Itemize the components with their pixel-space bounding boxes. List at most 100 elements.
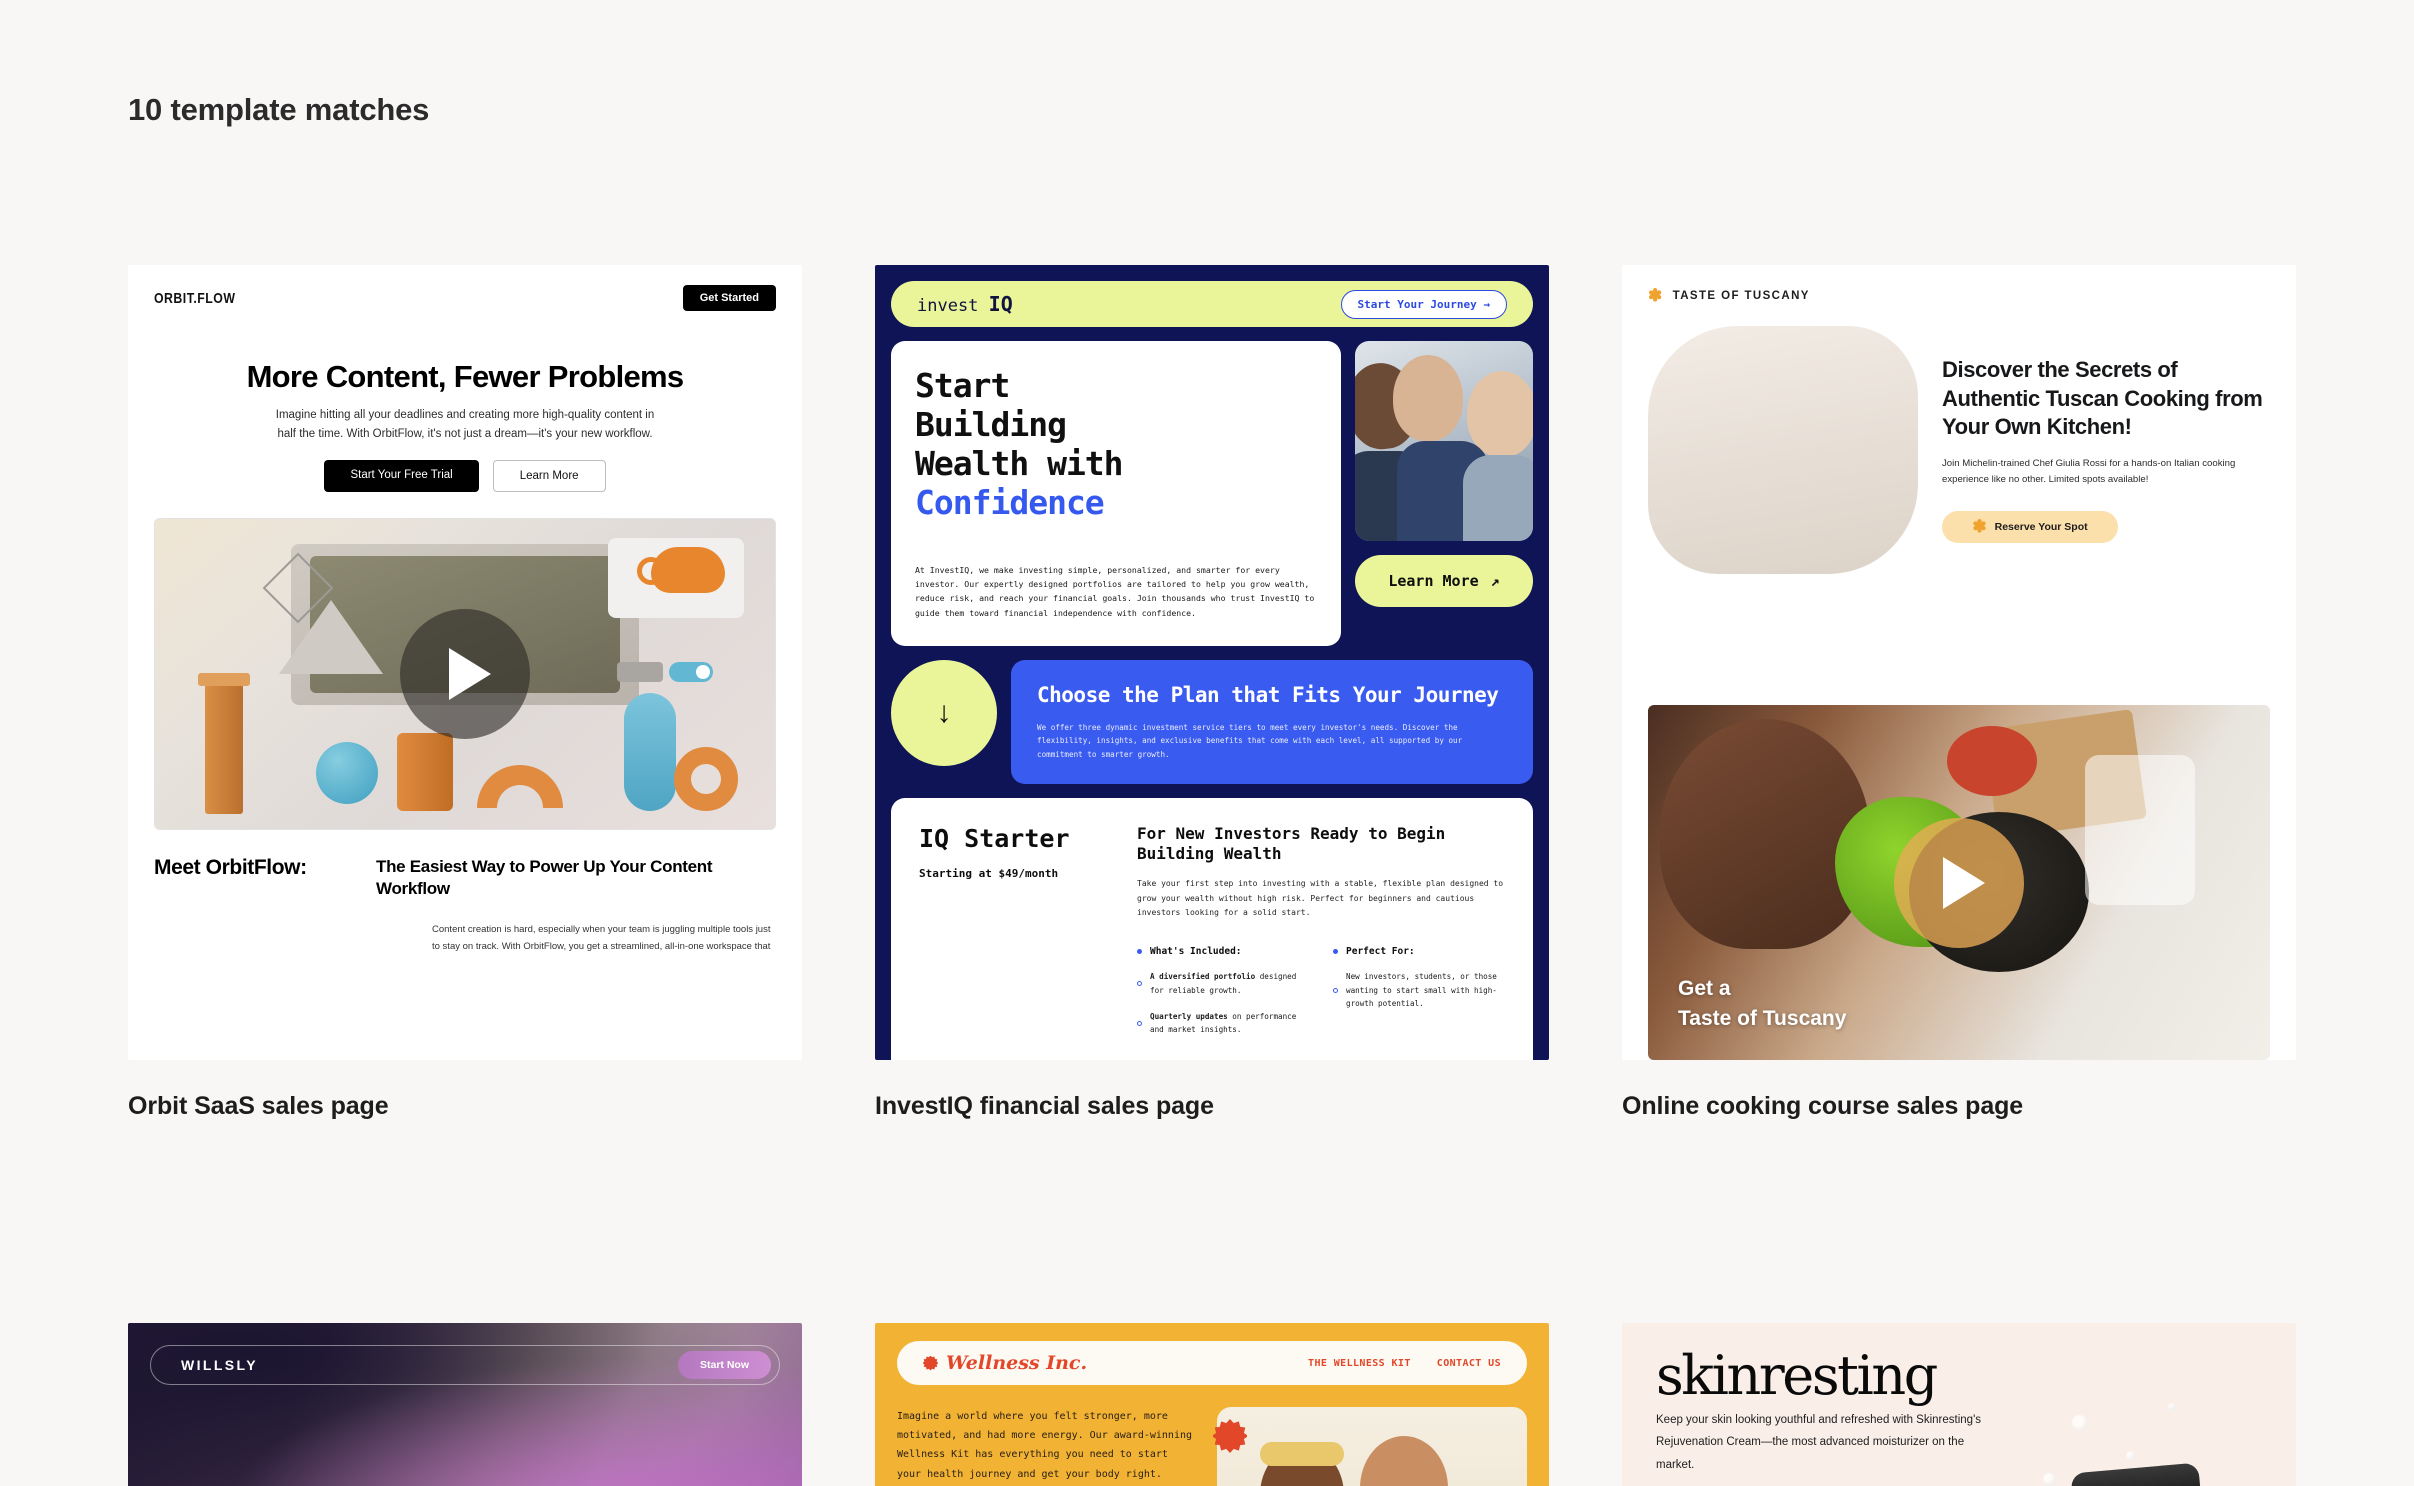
orbit-get-started-button[interactable]: Get Started bbox=[682, 285, 776, 311]
template-row-1: ORBIT.FLOW Get Started More Content, Few… bbox=[128, 265, 2296, 1121]
bullet-circle-icon bbox=[1333, 987, 1338, 993]
investiq-logo: invest IQ bbox=[917, 292, 1013, 316]
investiq-headline-line1: Start bbox=[915, 366, 1010, 405]
flower-star-icon: ✽ bbox=[1972, 517, 1987, 537]
skinresting-logo: skinresting bbox=[1656, 1344, 1938, 1407]
template-thumbnail-investiq[interactable]: invest IQ Start Your Journey → Start Bui… bbox=[875, 265, 1549, 1060]
investiq-logo-light: invest bbox=[917, 296, 979, 316]
investiq-tier-card: IQ Starter Starting at $49/month For New… bbox=[891, 797, 1533, 1060]
bullet-circle-icon bbox=[1137, 981, 1142, 987]
page-title: 10 template matches bbox=[128, 92, 430, 127]
template-caption: InvestIQ financial sales page bbox=[875, 1092, 1214, 1120]
list-item: A diversified portfolio designed for rel… bbox=[1137, 970, 1309, 997]
orbit-navbar: ORBIT.FLOW Get Started bbox=[128, 265, 802, 311]
willsly-navbar: WILLSLY Start Now bbox=[150, 1345, 780, 1385]
nav-link-contact-us[interactable]: CONTACT US bbox=[1437, 1358, 1501, 1369]
orbit-free-trial-button[interactable]: Start Your Free Trial bbox=[324, 460, 479, 493]
play-button-icon[interactable] bbox=[1894, 817, 2024, 948]
orbit-headline: More Content, Fewer Problems bbox=[246, 359, 685, 394]
template-card-tuscany[interactable]: ✽ TASTE OF TUSCANY Discover the Secrets … bbox=[1622, 265, 2296, 1121]
willsly-start-now-button[interactable]: Start Now bbox=[677, 1351, 771, 1379]
template-card-wellness[interactable]: Wellness Inc. THE WELLNESS KIT CONTACT U… bbox=[875, 1323, 1549, 1486]
orbit-video-preview[interactable] bbox=[154, 518, 776, 831]
skinresting-product-image bbox=[2070, 1462, 2202, 1486]
investiq-hero-photo bbox=[1355, 341, 1533, 541]
wellness-nav-links: THE WELLNESS KIT CONTACT US bbox=[1308, 1358, 1501, 1369]
bullet-dot-icon bbox=[1137, 949, 1142, 955]
orbit-footer-body: Content creation is hard, especially whe… bbox=[432, 924, 771, 953]
tuscany-body: Join Michelin-trained Chef Giulia Rossi … bbox=[1942, 457, 2236, 486]
template-caption: Online cooking course sales page bbox=[1622, 1092, 2024, 1120]
orbit-footer-left-title: Meet OrbitFlow: bbox=[154, 856, 307, 880]
tuscany-hero: Discover the Secrets of Authentic Tuscan… bbox=[1648, 326, 2270, 574]
investiq-headline-line3: Wealth with bbox=[915, 443, 1124, 483]
investiq-included-title: What's Included: bbox=[1137, 946, 1309, 957]
template-thumbnail-orbit[interactable]: ORBIT.FLOW Get Started More Content, Few… bbox=[128, 265, 802, 1060]
investiq-tier-heading: For New Investors Ready to Begin Buildin… bbox=[1137, 823, 1446, 864]
orbit-footer-heading: The Easiest Way to Power Up Your Content… bbox=[376, 857, 713, 899]
list-item: New investors, students, or those wantin… bbox=[1333, 970, 1505, 1010]
tuscany-brand-label: TASTE OF TUSCANY bbox=[1672, 289, 1810, 302]
orbit-learn-more-button[interactable]: Learn More bbox=[492, 460, 606, 493]
investiq-tier-name: IQ Starter bbox=[919, 823, 1070, 853]
scroll-down-arrow-icon[interactable]: ↓ bbox=[891, 660, 997, 767]
investiq-tier-price: Starting at $49/month bbox=[919, 866, 1059, 880]
template-thumbnail-tuscany[interactable]: ✽ TASTE OF TUSCANY Discover the Secrets … bbox=[1622, 265, 2296, 1060]
template-card-skinresting[interactable]: skinresting Keep your skin looking youth… bbox=[1622, 1323, 2296, 1486]
template-results-page: 10 template matches ORBIT.FLOW Get Start… bbox=[0, 0, 2414, 1486]
investiq-hero: Start Building Wealth with Confidence At… bbox=[891, 341, 1533, 647]
wellness-body-text: Imagine a world where you felt stronger,… bbox=[897, 1411, 1193, 1480]
nav-link-wellness-kit[interactable]: THE WELLNESS KIT bbox=[1308, 1358, 1411, 1369]
willsly-logo: WILLSLY bbox=[181, 1357, 258, 1373]
orbit-cta-group: Start Your Free Trial Learn More bbox=[128, 460, 802, 493]
template-thumbnail-skinresting[interactable]: skinresting Keep your skin looking youth… bbox=[1622, 1323, 2296, 1486]
wellness-logo: Wellness Inc. bbox=[923, 1352, 1087, 1374]
template-thumbnail-willsly[interactable]: WILLSLY Start Now bbox=[128, 1323, 802, 1486]
investiq-plan-heading: Choose the Plan that Fits Your Journey bbox=[1037, 683, 1499, 708]
investiq-plan-banner: ↓ Choose the Plan that Fits Your Journey… bbox=[891, 660, 1533, 784]
tuscany-video-caption: Get a Taste of Tuscany bbox=[1678, 977, 1847, 1031]
investiq-included-column: What's Included: A diversified portfolio… bbox=[1137, 946, 1309, 1036]
investiq-start-journey-button[interactable]: Start Your Journey → bbox=[1340, 289, 1507, 319]
tuscany-headline: Discover the Secrets of Authentic Tuscan… bbox=[1942, 357, 2263, 440]
investiq-perfect-for-column: Perfect For: New investors, students, or… bbox=[1333, 946, 1505, 1036]
list-item: Quarterly updates on performance and mar… bbox=[1137, 1010, 1309, 1037]
bullet-circle-icon bbox=[1137, 1020, 1142, 1026]
orbit-footer-section: Meet OrbitFlow: The Easiest Way to Power… bbox=[128, 830, 802, 955]
investiq-perfect-for-title: Perfect For: bbox=[1333, 946, 1505, 957]
investiq-headline: Start Building Wealth with Confidence bbox=[915, 366, 1317, 523]
tuscany-hero-photo bbox=[1648, 326, 1918, 574]
investiq-plan-body: We offer three dynamic investment servic… bbox=[1037, 722, 1463, 759]
orbit-logo: ORBIT.FLOW bbox=[154, 289, 236, 307]
investiq-tier-body: Take your first step into investing with… bbox=[1137, 879, 1504, 917]
template-card-investiq[interactable]: invest IQ Start Your Journey → Start Bui… bbox=[875, 265, 1549, 1121]
burst-icon bbox=[923, 1355, 938, 1371]
skinresting-body: Keep your skin looking youthful and refr… bbox=[1656, 1414, 1982, 1471]
investiq-headline-line4: Confidence bbox=[915, 482, 1105, 522]
play-button-icon[interactable] bbox=[400, 609, 530, 740]
tuscany-video-preview[interactable]: Get a Taste of Tuscany bbox=[1648, 705, 2270, 1060]
template-caption: Orbit SaaS sales page bbox=[128, 1092, 389, 1120]
wellness-brand-label: Wellness Inc. bbox=[946, 1352, 1088, 1374]
investiq-learn-more-label: Learn More bbox=[1388, 572, 1479, 590]
template-thumbnail-wellness[interactable]: Wellness Inc. THE WELLNESS KIT CONTACT U… bbox=[875, 1323, 1549, 1486]
tuscany-logo: ✽ TASTE OF TUSCANY bbox=[1648, 287, 2270, 304]
investiq-navbar: invest IQ Start Your Journey → bbox=[891, 281, 1533, 327]
flower-star-icon: ✽ bbox=[1648, 286, 1664, 305]
template-card-willsly[interactable]: WILLSLY Start Now bbox=[128, 1323, 802, 1486]
template-row-2: WILLSLY Start Now Wellness Inc. THE WELL… bbox=[128, 1323, 2296, 1486]
wellness-body-section: Imagine a world where you felt stronger,… bbox=[897, 1407, 1527, 1486]
wellness-hero-photo bbox=[1217, 1407, 1527, 1486]
orbit-subhead: Imagine hitting all your deadlines and c… bbox=[275, 409, 655, 440]
arrow-up-right-icon: ↗ bbox=[1490, 572, 1500, 590]
template-grid: ORBIT.FLOW Get Started More Content, Few… bbox=[128, 265, 2296, 1486]
investiq-learn-more-button[interactable]: Learn More ↗ bbox=[1355, 555, 1533, 607]
investiq-logo-bold: IQ bbox=[988, 292, 1013, 316]
investiq-headline-line2: Building bbox=[915, 404, 1067, 444]
tuscany-reserve-label: Reserve Your Spot bbox=[1994, 520, 2088, 533]
bullet-dot-icon bbox=[1333, 949, 1338, 955]
tuscany-reserve-button[interactable]: ✽ Reserve Your Spot bbox=[1942, 510, 2118, 543]
investiq-body: At InvestIQ, we make investing simple, p… bbox=[915, 564, 1315, 618]
template-card-orbit[interactable]: ORBIT.FLOW Get Started More Content, Few… bbox=[128, 265, 802, 1121]
wellness-navbar: Wellness Inc. THE WELLNESS KIT CONTACT U… bbox=[897, 1341, 1527, 1385]
